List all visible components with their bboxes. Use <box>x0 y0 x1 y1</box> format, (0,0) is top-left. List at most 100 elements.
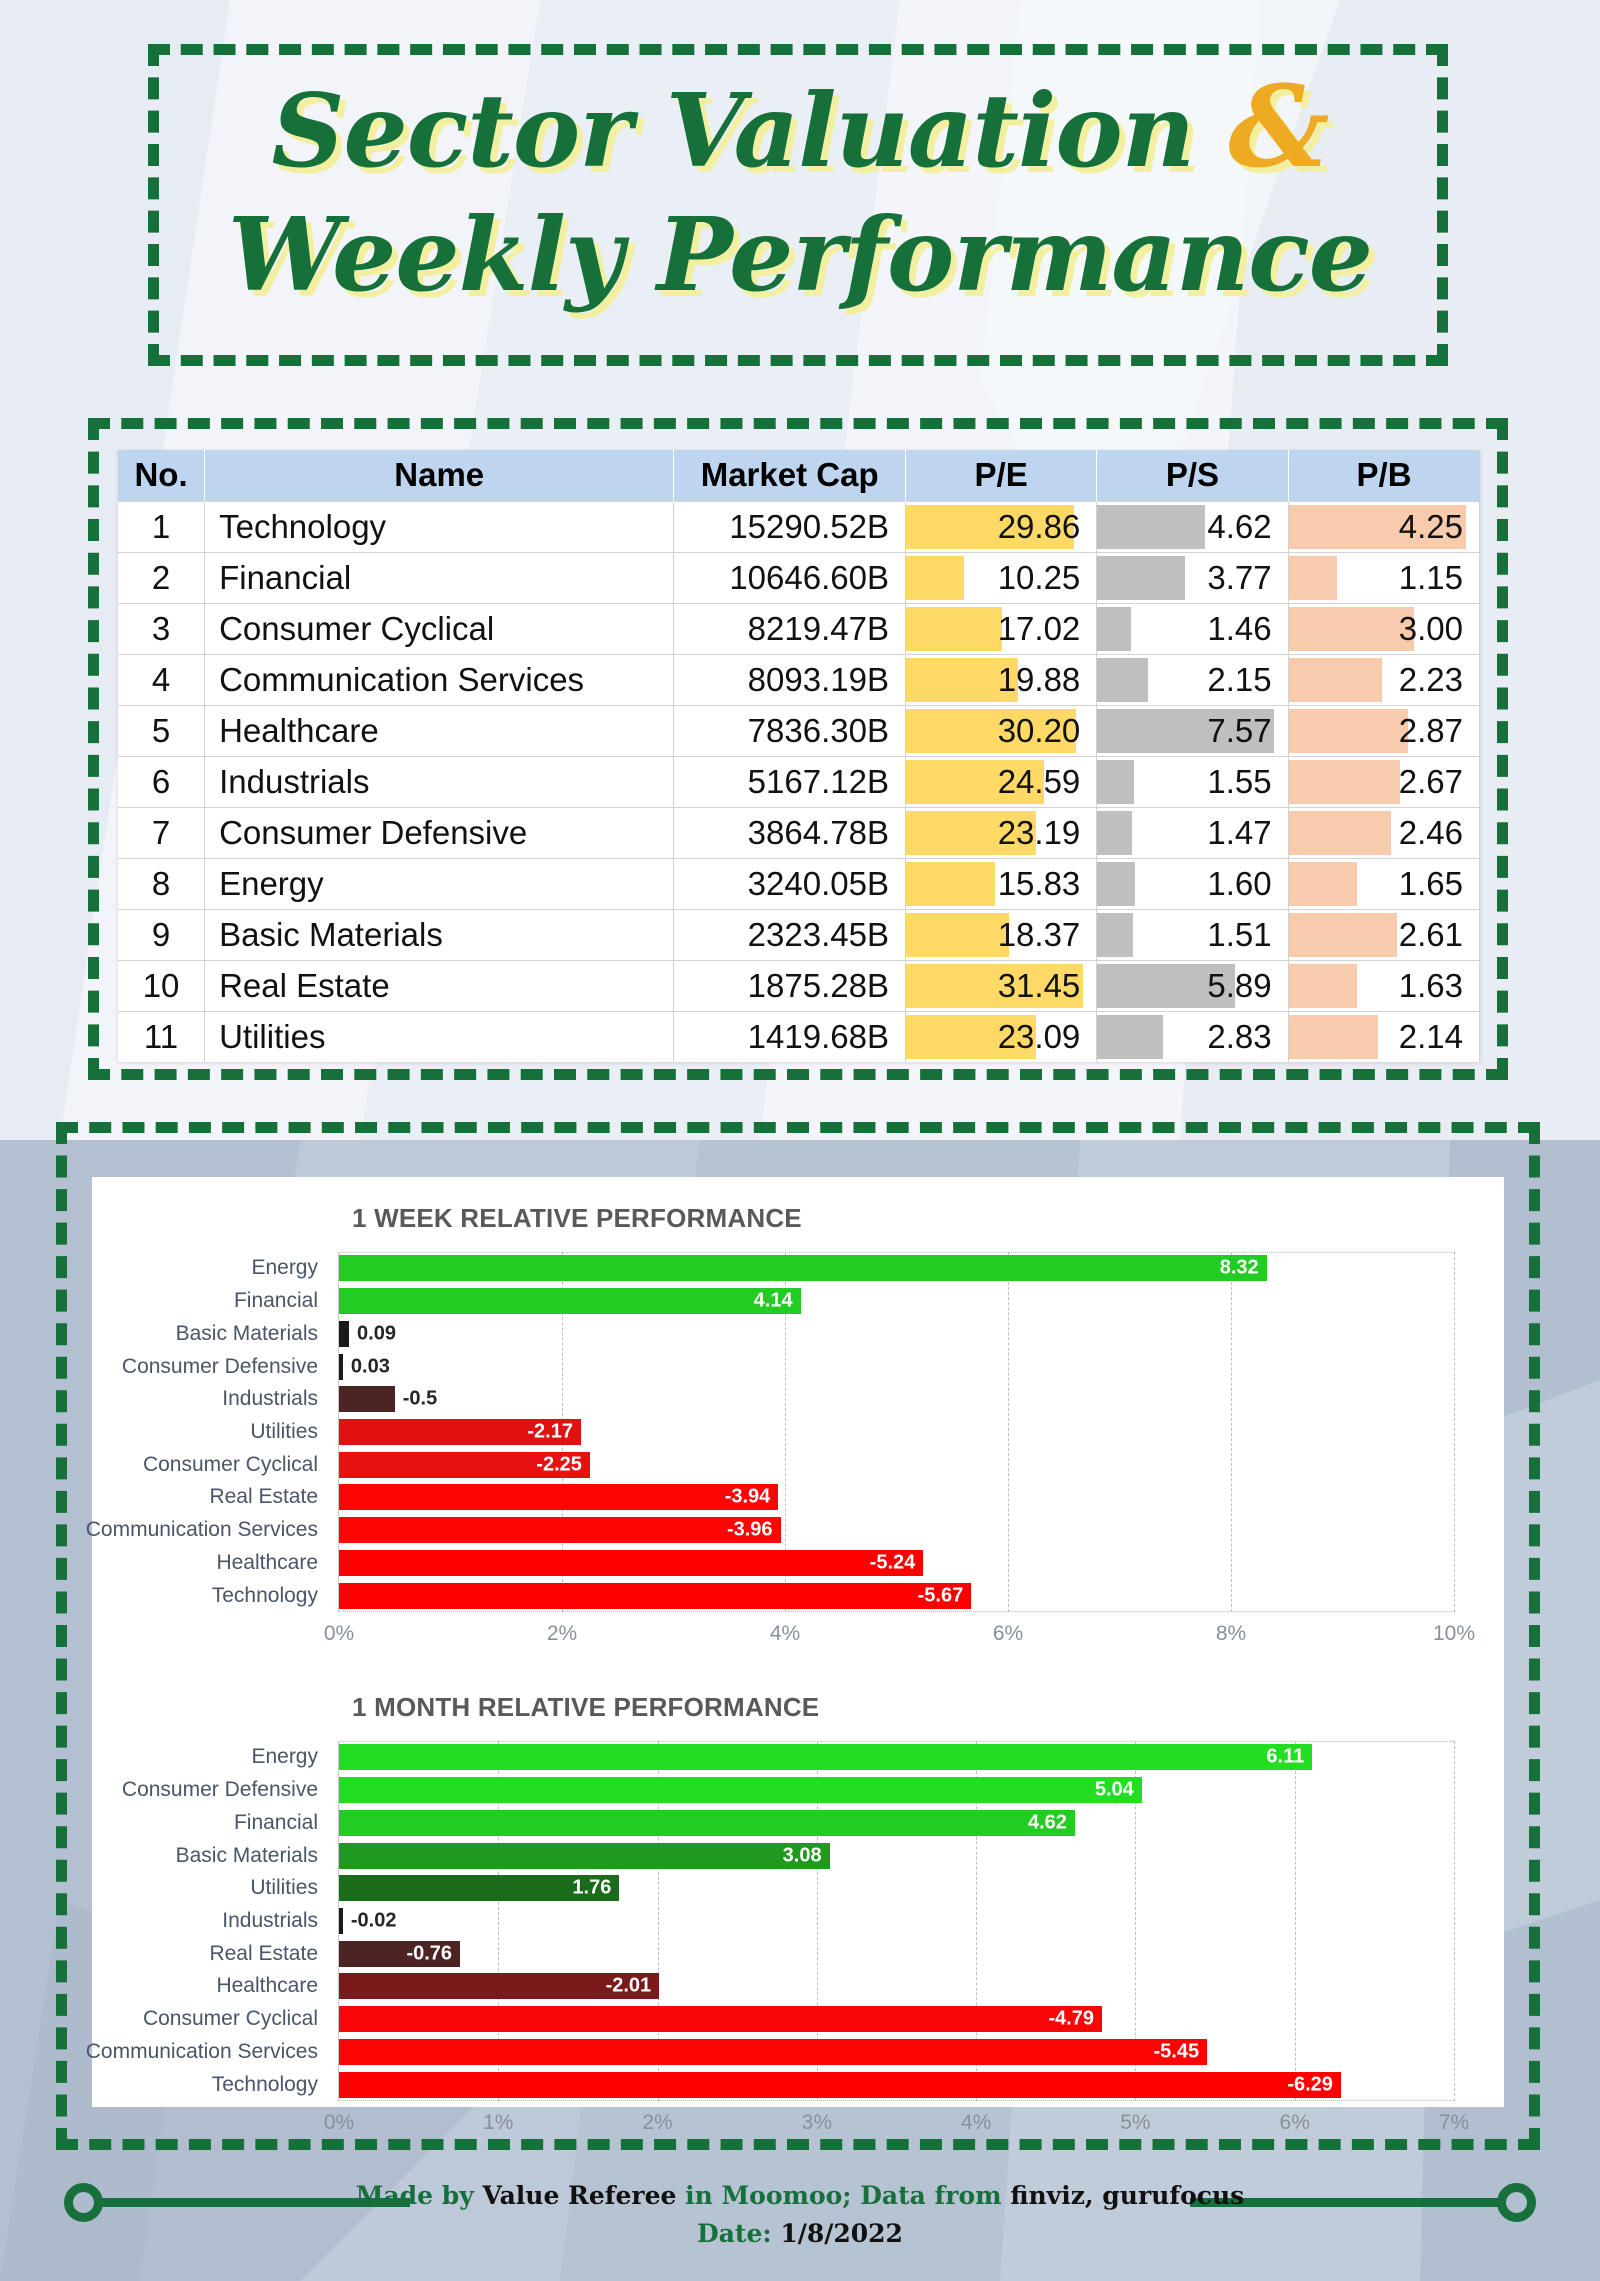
cell-market-cap: 3864.78B <box>673 806 906 858</box>
chart-category-label: Real Estate <box>209 1941 318 1965</box>
cell-no: 8 <box>118 857 206 909</box>
chart-bar-value-label: -6.29 <box>1287 2073 1333 2096</box>
x-axis-tick: 7% <box>1438 2111 1470 2134</box>
chart-1week-axis-top <box>339 1252 1454 1253</box>
chart-bar[interactable] <box>339 2071 1341 2098</box>
cell-pb-value: 2.14 <box>1398 1017 1463 1055</box>
cell-name: Consumer Defensive <box>204 806 675 858</box>
cell-pb: 2.14 <box>1288 1010 1481 1062</box>
table-row[interactable]: 5 Healthcare 7836.30B 30.20 7.57 2.87 <box>118 704 1481 756</box>
table-body: 1 Technology 15290.52B 29.86 4.62 4.25 2 Financ… <box>118 500 1481 1062</box>
chart-bar[interactable] <box>339 1842 830 1869</box>
data-bar <box>1097 657 1148 702</box>
chart-bar[interactable] <box>339 1517 781 1544</box>
chart-bar[interactable] <box>339 1777 1142 1804</box>
table-row[interactable]: 3 Consumer Cyclical 8219.47B 17.02 1.46 3.00 <box>118 602 1481 654</box>
chart-1month-title: 1 MONTH RELATIVE PERFORMANCE <box>352 1692 820 1722</box>
cell-no: 5 <box>118 704 206 756</box>
chart-bar-value-label: -2.17 <box>527 1420 573 1443</box>
cell-pe-value: 19.88 <box>997 660 1081 698</box>
chart-bar[interactable] <box>339 1386 395 1413</box>
data-bar <box>1288 963 1357 1008</box>
chart-bar-value-label: -5.45 <box>1153 2040 1200 2063</box>
cell-name: Healthcare <box>204 704 675 756</box>
cell-pe: 18.37 <box>905 908 1098 960</box>
chart-bar[interactable] <box>339 1320 350 1347</box>
col-header-pb[interactable]: P/B <box>1288 450 1480 501</box>
table-row[interactable]: 6 Industrials 5167.12B 24.59 1.55 2.67 <box>118 755 1481 807</box>
col-header-ps[interactable]: P/S <box>1096 450 1289 501</box>
table-row[interactable]: 2 Financial 10646.60B 10.25 3.77 1.15 <box>118 551 1481 603</box>
chart-category-label: Financial <box>233 1289 318 1313</box>
cell-pe: 23.19 <box>905 806 1098 858</box>
x-axis-tick: 6% <box>1279 2111 1310 2134</box>
footer-author: Value Referee <box>482 2181 677 2210</box>
cell-pb-value: 2.67 <box>1398 762 1463 800</box>
col-header-market-cap[interactable]: Market Cap <box>673 450 906 501</box>
cell-pe-value: 30.20 <box>997 711 1081 749</box>
data-bar <box>1097 504 1206 549</box>
chart-category-label: Communication Services <box>85 2039 318 2063</box>
cell-pb-value: 1.15 <box>1398 558 1463 596</box>
chart-bar-value-label: 1.76 <box>572 1876 612 1899</box>
data-bar <box>1097 1014 1164 1059</box>
chart-bar[interactable] <box>339 1484 779 1511</box>
cell-name: Energy <box>204 857 675 909</box>
chart-bar[interactable] <box>339 1549 924 1576</box>
data-bar <box>1288 708 1409 753</box>
chart-1week-category-labels: Energy Financial Basic Materials Consumer D… <box>86 1252 328 1612</box>
data-bar <box>1097 759 1134 804</box>
cell-pe-value: 10.25 <box>997 558 1081 596</box>
cell-ps: 4.62 <box>1096 500 1289 552</box>
cell-name: Utilities <box>204 1010 675 1062</box>
gridline <box>1231 1252 1232 1612</box>
cell-name: Basic Materials <box>204 908 675 960</box>
chart-bar-value-label: -2.25 <box>536 1453 582 1476</box>
table-row[interactable]: 1 Technology 15290.52B 29.86 4.62 4.25 <box>118 500 1481 552</box>
chart-1week-bars-area: 0% 2% 4% 6% 8% 10% 8.32 4.14 0.09 0.03 -0.5 -2.17 -2… <box>324 1252 1475 1645</box>
data-bar <box>1097 861 1135 906</box>
table-row[interactable]: 11 Utilities 1419.68B 23.09 2.83 2.14 <box>118 1010 1481 1062</box>
chart-1month-axis-top <box>339 1741 1454 1742</box>
cell-ps: 2.15 <box>1096 653 1289 705</box>
chart-bar[interactable] <box>339 2038 1208 2065</box>
chart-bar[interactable] <box>339 1255 1267 1282</box>
table-row[interactable]: 9 Basic Materials 2323.45B 18.37 1.51 2.61 <box>118 908 1481 960</box>
page-title-line1: Sector Valuation & <box>160 66 1440 193</box>
cell-no: 6 <box>118 755 206 807</box>
chart-1week-plot: Energy Financial Basic Materials Consumer D… <box>86 1252 1504 1645</box>
cell-name: Technology <box>204 500 675 552</box>
data-bar <box>1288 810 1392 855</box>
cell-market-cap: 15290.52B <box>673 500 906 552</box>
col-header-no[interactable]: No. <box>118 450 206 501</box>
chart-bar[interactable] <box>339 2006 1102 2033</box>
page-title-line1-text: Sector Valuation <box>271 71 1229 190</box>
chart-bar[interactable] <box>339 1582 972 1609</box>
chart-1month-axis-bottom <box>339 2100 1454 2101</box>
chart-bar[interactable] <box>339 1744 1313 1771</box>
cell-pe: 31.45 <box>905 959 1098 1011</box>
chart-bar[interactable] <box>339 1809 1075 1836</box>
data-bar <box>1288 657 1382 702</box>
chart-bar[interactable] <box>339 1908 343 1934</box>
chart-category-label: Utilities <box>250 1420 318 1443</box>
chart-bar[interactable] <box>339 1353 343 1380</box>
chart-category-label: Real Estate <box>209 1485 318 1509</box>
cell-name: Industrials <box>204 755 675 807</box>
cell-pb-value: 4.25 <box>1398 507 1463 545</box>
cell-no: 3 <box>118 602 206 654</box>
footer-platform: in Moomoo; Data from <box>676 2181 1011 2210</box>
table-row[interactable]: 7 Consumer Defensive 3864.78B 23.19 1.47 2.46 <box>118 806 1481 858</box>
chart-category-label: Consumer Defensive <box>121 1354 318 1378</box>
chart-bar-value-label: 3.08 <box>782 1844 822 1867</box>
table-row[interactable]: 8 Energy 3240.05B 15.83 1.60 1.65 <box>118 857 1481 909</box>
x-axis-tick: 5% <box>1120 2111 1151 2134</box>
table-row[interactable]: 4 Communication Services 8093.19B 19.88 2.15… <box>118 653 1481 705</box>
col-header-name[interactable]: Name <box>204 450 675 501</box>
table-row[interactable]: 10 Real Estate 1875.28B 31.45 5.89 1.63 <box>118 959 1481 1011</box>
chart-bar[interactable] <box>339 1288 801 1315</box>
gridline <box>1008 1252 1009 1612</box>
cell-ps-value: 1.60 <box>1207 864 1272 902</box>
cell-ps: 1.47 <box>1096 806 1289 858</box>
col-header-pe[interactable]: P/E <box>905 450 1098 501</box>
